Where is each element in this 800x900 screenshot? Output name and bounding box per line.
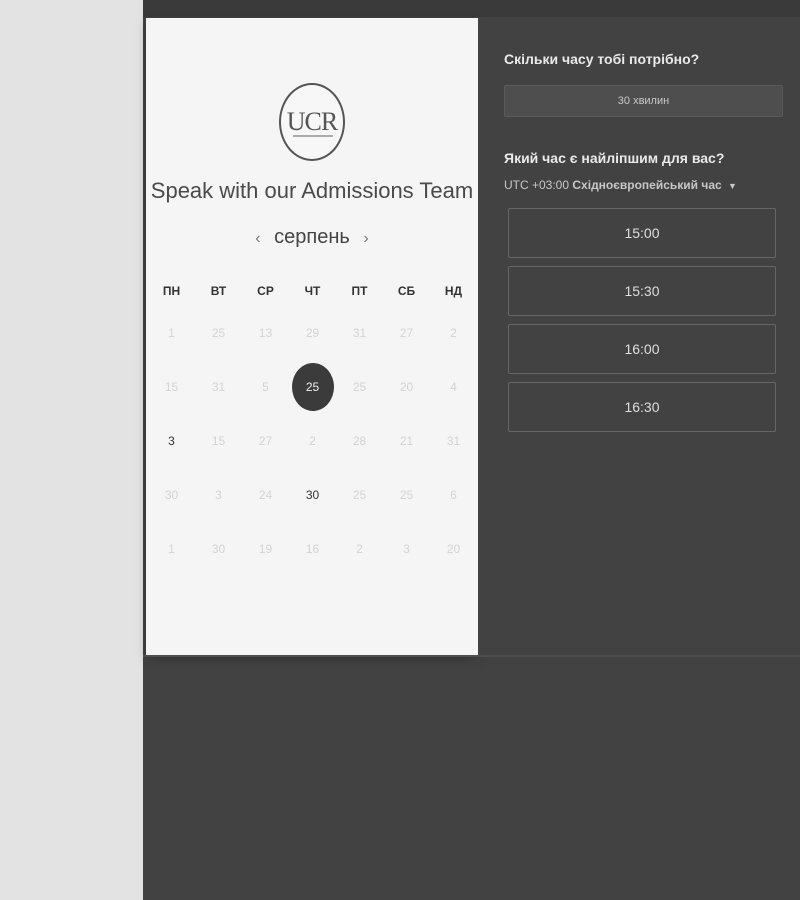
weekday-header: ПН ВТ СР ЧТ ПТ СБ НД: [146, 284, 478, 298]
calendar-week: 30 3 24 30 25 25 6: [148, 468, 478, 522]
calendar-day: 2: [450, 326, 457, 340]
calendar-day: 20: [446, 542, 461, 556]
calendar-day: 25: [211, 326, 226, 340]
calendar-day: 25: [352, 380, 367, 394]
calendar-day: 30: [164, 488, 179, 502]
calendar-week: 15 31 5 25 25 20 4: [148, 360, 478, 414]
weekday-fri: ПТ: [351, 284, 368, 298]
weekday-sat: СБ: [397, 284, 416, 298]
page: UCR Speak with our Admissions Team ‹ сер…: [0, 0, 800, 900]
month-navigation: ‹ серпень ›: [146, 226, 478, 249]
weekday-sun: НД: [444, 284, 463, 298]
logo-underline: [293, 135, 333, 137]
weekday-thu: ЧТ: [304, 284, 321, 298]
tz-offset: UTC +03:00: [504, 178, 570, 192]
booking-card-right: Скільки часу тобі потрібно? 30 хвилин Як…: [478, 18, 800, 655]
calendar-day: 27: [399, 326, 414, 340]
caret-down-icon: ▼: [728, 181, 737, 191]
calendar-day: 30: [211, 542, 226, 556]
calendar-day: 3: [215, 488, 222, 502]
calendar-week: 1 25 13 29 31 27 2: [148, 306, 478, 360]
calendar-day: 15: [164, 380, 179, 394]
calendar-day: 1: [168, 542, 175, 556]
calendar-day: 15: [211, 434, 226, 448]
calendar-day: 13: [258, 326, 273, 340]
time-slot-button[interactable]: 16:30: [508, 382, 776, 432]
time-slot-button[interactable]: 16:00: [508, 324, 776, 374]
calendar-day: 5: [262, 380, 269, 394]
calendar-day-available[interactable]: 30: [289, 474, 336, 516]
calendar-day: 2: [309, 434, 316, 448]
calendar-day: 27: [258, 434, 273, 448]
calendar-day: 2: [356, 542, 363, 556]
card-divider: [143, 655, 800, 657]
ucr-logo: UCR: [279, 83, 345, 161]
left-gutter: [0, 0, 143, 900]
time-heading: Який час є найліпшим для вас?: [504, 150, 725, 166]
prev-month-chevron-icon[interactable]: ‹: [247, 230, 268, 247]
weekday-wed: СР: [257, 284, 274, 298]
month-label: серпень: [274, 226, 350, 248]
tz-name: Східноєвропейський час: [572, 178, 722, 192]
logo-text: UCR: [286, 107, 338, 136]
timezone-select[interactable]: UTC +03:00 Східноєвропейський час ▼: [504, 178, 737, 192]
calendar-day: 6: [450, 488, 457, 502]
calendar-day: 31: [446, 434, 461, 448]
calendar-day: 3: [403, 542, 410, 556]
calendar-day: 25: [352, 488, 367, 502]
top-strip: [143, 0, 800, 17]
weekday-tue: ВТ: [210, 284, 227, 298]
calendar-week: 1 30 19 16 2 3 20: [148, 522, 478, 576]
calendar-day-available[interactable]: 3: [148, 420, 195, 462]
weekday-mon: ПН: [162, 284, 181, 298]
time-slot-button[interactable]: 15:30: [508, 266, 776, 316]
selected-day-bubble[interactable]: 25: [291, 363, 334, 411]
calendar-day: 24: [258, 488, 273, 502]
calendar-day-selected[interactable]: 25: [289, 363, 336, 411]
booking-card-left: UCR Speak with our Admissions Team ‹ сер…: [146, 18, 478, 655]
calendar-day: 4: [450, 380, 457, 394]
duration-select[interactable]: 30 хвилин: [504, 85, 783, 117]
calendar-day: 28: [352, 434, 367, 448]
calendar-grid: 1 25 13 29 31 27 2 15 31 5 25 25 20 4 3: [148, 306, 478, 576]
calendar-day: 31: [352, 326, 367, 340]
calendar-day: 21: [399, 434, 414, 448]
calendar-day: 16: [305, 542, 320, 556]
calendar-day: 20: [399, 380, 414, 394]
calendar-day: 29: [305, 326, 320, 340]
calendar-week: 3 15 27 2 28 21 31: [148, 414, 478, 468]
time-slot-button[interactable]: 15:00: [508, 208, 776, 258]
calendar-day: 19: [258, 542, 273, 556]
calendar-day: 31: [211, 380, 226, 394]
duration-heading: Скільки часу тобі потрібно?: [504, 51, 700, 67]
next-month-chevron-icon[interactable]: ›: [355, 230, 376, 247]
calendar-day: 1: [168, 326, 175, 340]
calendar-day: 25: [399, 488, 414, 502]
page-title: Speak with our Admissions Team: [150, 178, 474, 203]
